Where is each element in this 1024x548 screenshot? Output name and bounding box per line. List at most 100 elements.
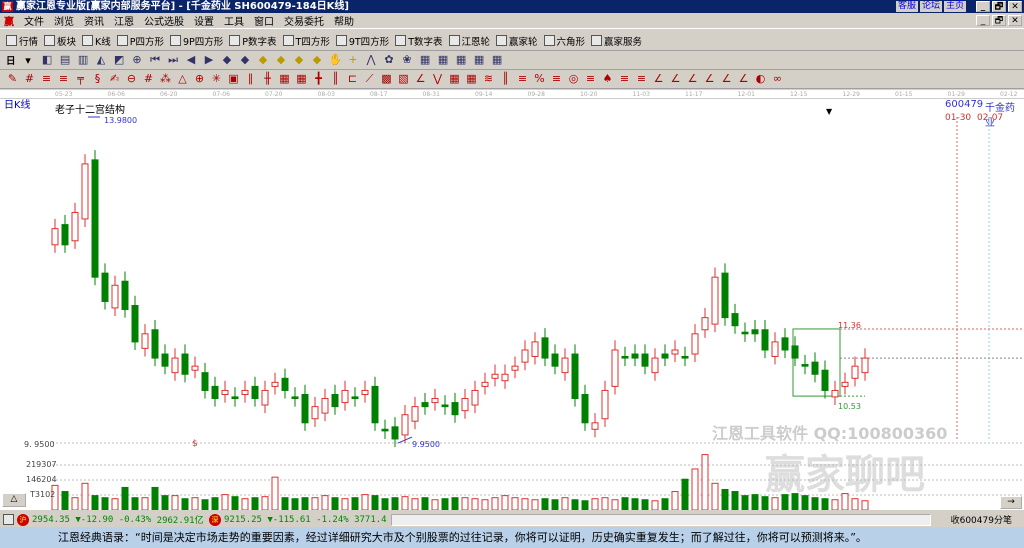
menu-browse[interactable]: 浏览	[54, 13, 74, 28]
calculator-icon[interactable]	[3, 514, 14, 525]
draw-tool-22-icon[interactable]: ▩	[380, 72, 393, 86]
nav-tool-2-icon[interactable]: ▥	[77, 53, 90, 67]
nav-tool-19-icon[interactable]: ✿	[383, 53, 396, 67]
menu-settings[interactable]: 设置	[194, 13, 214, 28]
draw-tool-18-icon[interactable]: ╋	[312, 72, 325, 86]
menu-info[interactable]: 资讯	[84, 13, 104, 28]
nav-tool-4-icon[interactable]: ◩	[113, 53, 126, 67]
nav-tool-11-icon[interactable]: ◆	[239, 53, 252, 67]
draw-tool-20-icon[interactable]: ⊏	[346, 72, 359, 86]
draw-tool-32-icon[interactable]: ≡	[550, 72, 563, 86]
nav-tool-9-icon[interactable]: ▶	[203, 53, 216, 67]
draw-tool-43-icon[interactable]: ∠	[737, 72, 750, 86]
forum-link[interactable]: 论坛	[919, 1, 942, 12]
nav-tool-20-icon[interactable]: ❀	[401, 53, 414, 67]
draw-tool-42-icon[interactable]: ∠	[720, 72, 733, 86]
draw-tool-21-icon[interactable]: ⟋	[363, 72, 376, 86]
toolbar-9P[interactable]: 9P四方形	[170, 34, 223, 48]
menu-formula[interactable]: 公式选股	[144, 13, 184, 28]
draw-tool-35-icon[interactable]: ♠	[601, 72, 614, 86]
nav-tool-23-icon[interactable]: ▦	[455, 53, 468, 67]
draw-tool-36-icon[interactable]: ≡	[618, 72, 631, 86]
menu-help[interactable]: 帮助	[334, 13, 354, 28]
close-button[interactable]: ✕	[1008, 1, 1022, 12]
draw-tool-19-icon[interactable]: ║	[329, 72, 342, 86]
nav-tool-0-icon[interactable]: ◧	[41, 53, 54, 67]
kline-chart[interactable]: 05-23 06-06 06-20 07-06 07-20 08-03 08-17 08-31…	[0, 90, 1024, 510]
draw-tool-9-icon[interactable]: ⁂	[159, 72, 172, 86]
draw-tool-26-icon[interactable]: ▦	[448, 72, 461, 86]
toolbar-T9[interactable]: 9T四方形	[335, 34, 389, 48]
draw-tool-30-icon[interactable]: ≡	[516, 72, 529, 86]
draw-tool-27-icon[interactable]: ▦	[465, 72, 478, 86]
nav-tool-13-icon[interactable]: ◆	[275, 53, 288, 67]
menu-file[interactable]: 文件	[24, 13, 44, 28]
draw-tool-10-icon[interactable]: △	[176, 72, 189, 86]
draw-tool-31-icon[interactable]: %	[533, 72, 546, 86]
draw-tool-0-icon[interactable]: ✎	[6, 72, 19, 86]
toolbar-quote[interactable]: 行情	[6, 34, 38, 48]
draw-tool-28-icon[interactable]: ≋	[482, 72, 495, 86]
tick-data-label[interactable]: 收600479分笔	[951, 513, 1012, 526]
nav-tool-24-icon[interactable]: ▦	[473, 53, 486, 67]
draw-tool-8-icon[interactable]: #	[142, 72, 155, 86]
draw-tool-45-icon[interactable]: ∞	[771, 72, 784, 86]
draw-tool-13-icon[interactable]: ▣	[227, 72, 240, 86]
minimize-button[interactable]: _	[976, 1, 990, 12]
nav-tool-16-icon[interactable]: ✋	[329, 53, 343, 67]
draw-tool-1-icon[interactable]: #	[23, 72, 36, 86]
nav-tool-14-icon[interactable]: ◆	[293, 53, 306, 67]
restore-button[interactable]: 🗗	[992, 1, 1006, 12]
nav-tool-6-icon[interactable]: ⏮	[149, 53, 162, 67]
nav-tool-25-icon[interactable]: ▦	[491, 53, 504, 67]
nav-tool-21-icon[interactable]: ▦	[419, 53, 432, 67]
scroll-right-button[interactable]: →	[1000, 496, 1022, 509]
draw-tool-25-icon[interactable]: ⋁	[431, 72, 444, 86]
draw-tool-2-icon[interactable]: ≡	[40, 72, 53, 86]
nav-tool-15-icon[interactable]: ◆	[311, 53, 324, 67]
nav-tool-22-icon[interactable]: ▦	[437, 53, 450, 67]
toolbar-hexagon[interactable]: 六角形	[543, 34, 585, 48]
toolbar-TS[interactable]: T四方形	[282, 34, 330, 48]
draw-tool-24-icon[interactable]: ∠	[414, 72, 427, 86]
nav-tool-3-icon[interactable]: ◭	[95, 53, 108, 67]
period-select[interactable]: 日	[6, 53, 16, 67]
draw-tool-40-icon[interactable]: ∠	[686, 72, 699, 86]
draw-tool-38-icon[interactable]: ∠	[652, 72, 665, 86]
horizontal-scrollbar[interactable]	[390, 513, 931, 526]
draw-tool-16-icon[interactable]: ▦	[278, 72, 291, 86]
toolbar-gann-wheel[interactable]: 江恩轮	[448, 34, 490, 48]
draw-tool-14-icon[interactable]: ∥	[244, 72, 257, 86]
draw-tool-5-icon[interactable]: §	[91, 72, 104, 86]
nav-tool-12-icon[interactable]: ◆	[257, 53, 270, 67]
child-close-button[interactable]: ✕	[1008, 15, 1022, 26]
home-link[interactable]: 主页	[943, 1, 966, 12]
expand-panel-button[interactable]: △	[2, 493, 26, 507]
toolbar-dollar[interactable]: 赢家服务	[591, 34, 642, 48]
draw-tool-41-icon[interactable]: ∠	[703, 72, 716, 86]
draw-tool-3-icon[interactable]: ≡	[57, 72, 70, 86]
service-link[interactable]: 客服	[895, 1, 918, 12]
nav-tool-18-icon[interactable]: ⋀	[365, 53, 378, 67]
draw-tool-39-icon[interactable]: ∠	[669, 72, 682, 86]
child-minimize-button[interactable]: _	[976, 15, 990, 26]
menu-tools[interactable]: 工具	[224, 13, 244, 28]
toolbar-P4[interactable]: P四方形	[116, 34, 164, 48]
draw-tool-37-icon[interactable]: ≡	[635, 72, 648, 86]
menu-trade[interactable]: 交易委托	[284, 13, 324, 28]
toolbar-TN[interactable]: T数字表	[395, 34, 443, 48]
draw-tool-15-icon[interactable]: ╫	[261, 72, 274, 86]
draw-tool-33-icon[interactable]: ◎	[567, 72, 580, 86]
toolbar-sector[interactable]: 板块	[44, 34, 76, 48]
child-restore-button[interactable]: 🗗	[992, 15, 1006, 26]
draw-tool-11-icon[interactable]: ⊕	[193, 72, 206, 86]
nav-tool-10-icon[interactable]: ◆	[221, 53, 234, 67]
nav-tool-5-icon[interactable]: ⊕	[131, 53, 144, 67]
toolbar-kline[interactable]: K线	[82, 34, 111, 48]
draw-tool-6-icon[interactable]: ✍	[108, 72, 121, 86]
toolbar-winner-wheel[interactable]: 赢家轮	[496, 34, 538, 48]
draw-tool-7-icon[interactable]: ⊖	[125, 72, 138, 86]
draw-tool-29-icon[interactable]: ║	[499, 72, 512, 86]
menu-window[interactable]: 窗口	[254, 13, 274, 28]
nav-tool-1-icon[interactable]: ▤	[59, 53, 72, 67]
